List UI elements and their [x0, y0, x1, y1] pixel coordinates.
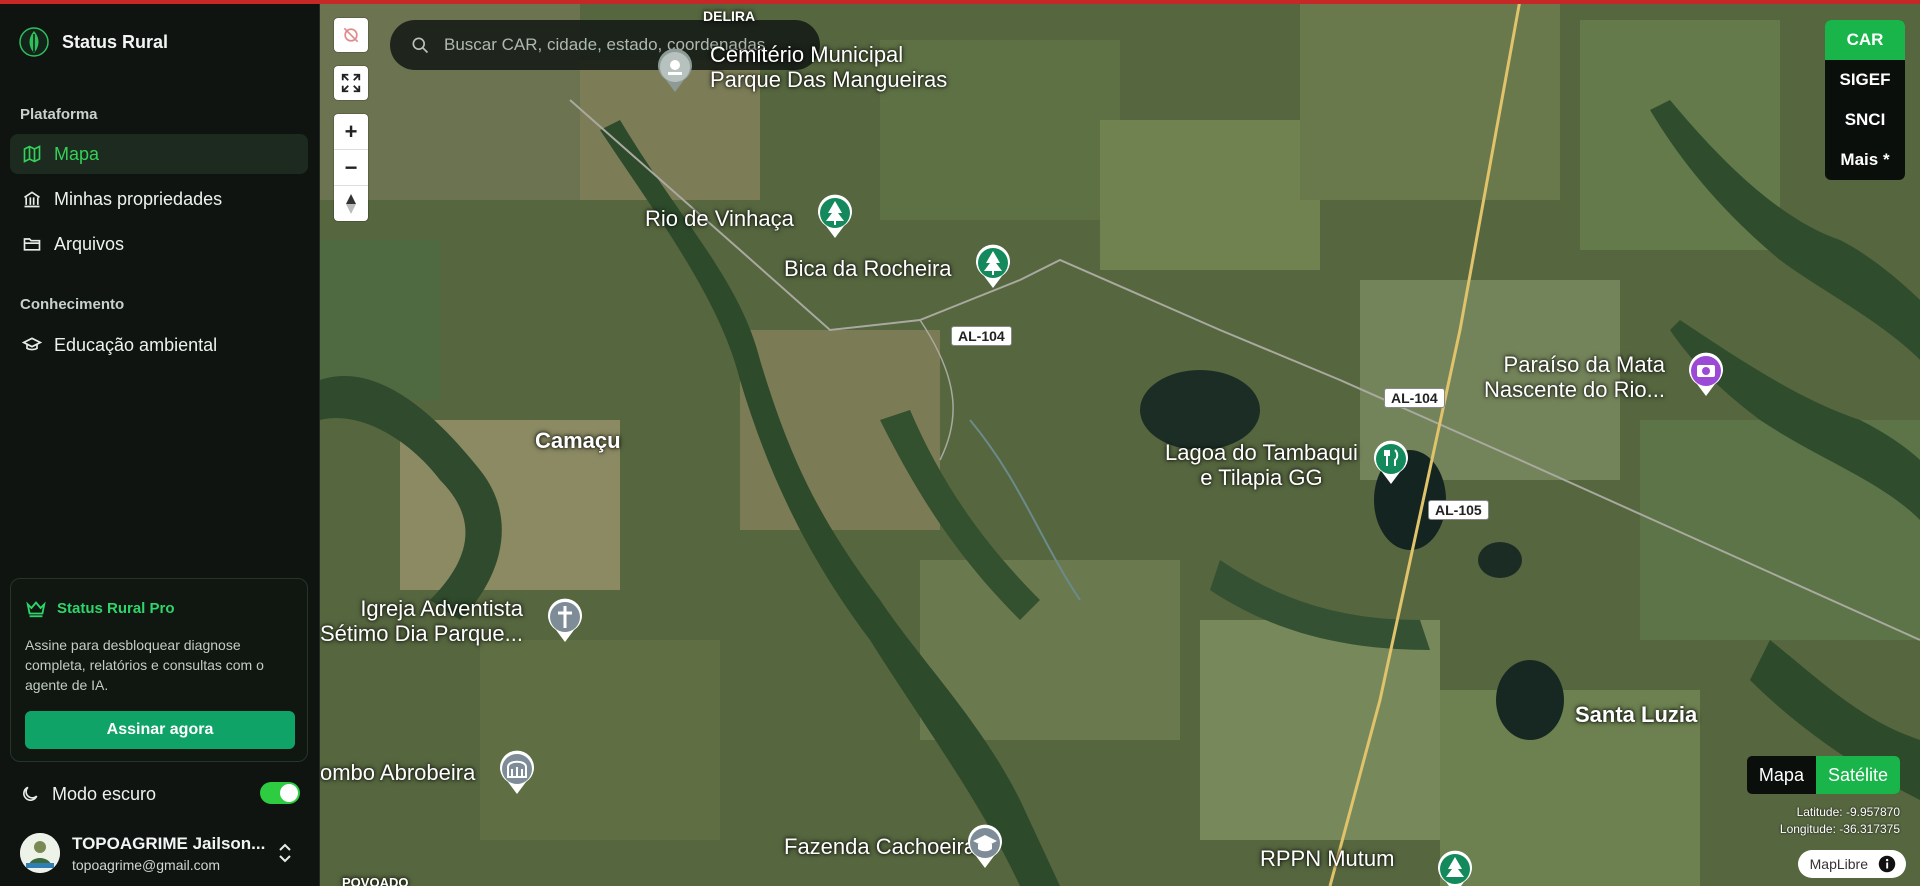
landmark-pin-icon[interactable]	[496, 748, 538, 796]
folder-icon	[23, 238, 41, 251]
status-rural-logo	[19, 27, 49, 57]
place-label-bica-rocheira: Bica da Rocheira	[784, 256, 952, 281]
pro-card: Status Rural Pro Assine para desbloquear…	[10, 578, 308, 762]
layer-sigef-button[interactable]: SIGEF	[1825, 60, 1905, 100]
place-label-lagoa-tambaqui: Lagoa do Tambaqui e Tilapia GG	[1165, 440, 1358, 490]
dark-mode-label: Modo escuro	[52, 783, 157, 804]
park-pin-icon[interactable]	[972, 242, 1014, 290]
zoom-controls: + −	[334, 114, 368, 221]
coordinates-readout: Latitude: -9.957870 Longitude: -36.31737…	[1780, 804, 1900, 838]
road-shield-al104: AL-104	[1384, 388, 1445, 408]
section-label-knowledge: Conhecimento	[20, 296, 125, 313]
place-label-igreja: Igreja Adventista Sétimo Dia Parque...	[320, 596, 523, 646]
compass-button[interactable]	[334, 186, 368, 221]
pro-title-text: Status Rural Pro	[57, 599, 175, 617]
search-icon	[412, 37, 429, 54]
park-pin-icon[interactable]	[814, 192, 856, 240]
place-label-camacu: Camaçu	[535, 428, 621, 453]
zoom-in-button[interactable]: +	[334, 114, 368, 150]
sidebar-item-mapa[interactable]: Mapa	[10, 134, 308, 174]
layer-snci-button[interactable]: SNCI	[1825, 100, 1905, 140]
fullscreen-icon	[341, 73, 361, 93]
sidebar-item-label: Arquivos	[54, 233, 125, 254]
pro-description: Assine para desbloquear diagnose complet…	[25, 637, 264, 693]
latitude-readout: Latitude: -9.957870	[1796, 805, 1900, 819]
section-label-platform: Plataforma	[20, 106, 98, 123]
longitude-readout: Longitude: -36.317375	[1779, 822, 1900, 836]
style-map-button[interactable]: Mapa	[1747, 756, 1816, 794]
brand[interactable]: Status Rural	[18, 26, 168, 58]
sidebar-item-minhas-propriedades[interactable]: Minhas propriedades	[10, 179, 308, 219]
crown-icon	[26, 601, 46, 618]
road-shield-al105: AL-105	[1428, 500, 1489, 520]
location-off-icon	[343, 27, 359, 43]
bank-icon	[24, 191, 40, 208]
sidebar: Status Rural Plataforma Mapa Minhas prop…	[0, 0, 320, 886]
park-pin-icon[interactable]	[1434, 848, 1476, 886]
user-name: TOPOAGRIME Jailson...	[72, 833, 266, 853]
layer-more-button[interactable]: Mais *	[1825, 140, 1905, 180]
info-icon	[1878, 855, 1896, 873]
moon-icon	[23, 786, 38, 801]
top-accent-line	[0, 0, 1920, 4]
sidebar-item-arquivos[interactable]: Arquivos	[10, 224, 308, 264]
church-pin-icon[interactable]	[544, 596, 586, 644]
dark-mode-toggle[interactable]	[260, 782, 300, 804]
zoom-out-button[interactable]: −	[334, 150, 368, 186]
brand-name: Status Rural	[62, 31, 169, 52]
place-label-cemetery: Cemitério Municipal Parque Das Mangueira…	[710, 42, 948, 92]
sidebar-item-label: Educação ambiental	[54, 334, 218, 355]
place-label-delira: DELIRA	[703, 8, 756, 24]
subscribe-button[interactable]: Assinar agora	[25, 711, 295, 749]
pro-title: Status Rural Pro	[25, 597, 175, 619]
place-label-paraiso-mata: Paraíso da Mata Nascente do Rio...	[1484, 352, 1665, 402]
user-email: topoagrime@gmail.com	[72, 856, 221, 873]
place-label-fazenda-cachoeira: Fazenda Cachoeira	[784, 834, 977, 859]
place-label-santa-luzia: Santa Luzia	[1575, 702, 1698, 727]
dark-mode-row: Modo escuro	[20, 780, 300, 808]
fullscreen-button[interactable]	[334, 66, 368, 100]
avatar	[20, 833, 60, 873]
graduation-cap-icon	[22, 337, 42, 351]
place-label-rppn-mutum: RPPN Mutum	[1260, 846, 1395, 871]
style-satellite-button[interactable]: Satélite	[1815, 756, 1900, 794]
cemetery-pin-icon[interactable]	[654, 46, 696, 94]
toggle-knob	[280, 784, 298, 802]
sidebar-item-label: Mapa	[54, 143, 100, 164]
location-off-button[interactable]	[334, 18, 368, 52]
place-label-rio-vinhaca: Rio de Vinhaça	[645, 206, 794, 231]
map-icon	[23, 145, 41, 163]
sidebar-item-educacao-ambiental[interactable]: Educação ambiental	[10, 325, 308, 365]
attribution-badge[interactable]: MapLibre	[1797, 850, 1906, 878]
user-info: TOPOAGRIME Jailson... topoagrime@gmail.c…	[72, 834, 265, 873]
place-label-povoado: POVOADO	[342, 875, 409, 886]
sidebar-item-label: Minhas propriedades	[54, 188, 223, 209]
user-menu[interactable]: TOPOAGRIME Jailson... topoagrime@gmail.c…	[20, 832, 300, 874]
road-shield-al104: AL-104	[951, 326, 1012, 346]
layer-selector: CAR SIGEF SNCI Mais *	[1825, 20, 1905, 180]
place-label-abrobeira: ombo Abrobeira	[320, 760, 476, 785]
layer-car-button[interactable]: CAR	[1825, 20, 1905, 60]
map-style-switch: Mapa Satélite	[1746, 756, 1900, 794]
restaurant-pin-icon[interactable]	[1370, 438, 1412, 486]
attraction-pin-icon[interactable]	[1685, 350, 1727, 398]
chevron-up-down-icon	[279, 843, 291, 863]
map-canvas[interactable]: + − DELIRA Cemitério Municipal Parque Da…	[320, 0, 1920, 886]
school-pin-icon[interactable]	[964, 822, 1006, 870]
compass-icon	[346, 193, 356, 214]
attribution-text: MapLibre	[1809, 856, 1868, 872]
